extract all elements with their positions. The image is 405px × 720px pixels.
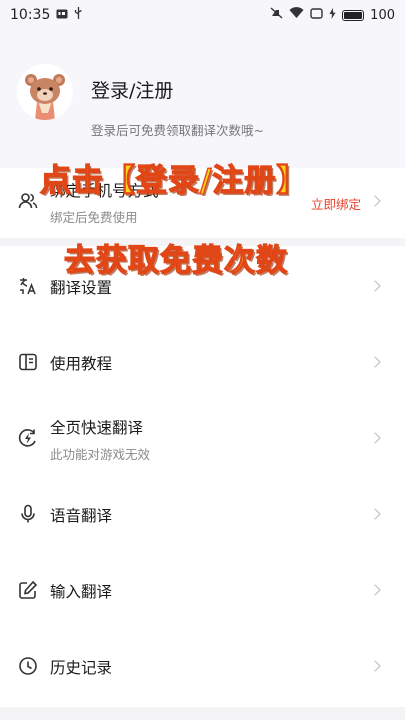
bear-mascot-icon xyxy=(17,64,73,120)
menu-item-tutorial[interactable]: 使用教程 xyxy=(0,324,405,399)
menu-item-history-text: 历史记录 xyxy=(50,656,112,678)
quick-translate-icon xyxy=(18,428,38,448)
login-subtitle: 登录后可免费领取翻译次数哦~ xyxy=(91,123,264,138)
battery-icon xyxy=(342,9,365,21)
mute-icon xyxy=(270,7,283,23)
menu-item-input-translate[interactable]: 输入翻译 xyxy=(0,552,405,627)
menu-item-voice-translate[interactable]: 语音翻译 xyxy=(0,476,405,551)
wifi-icon xyxy=(289,7,304,23)
screen-icon xyxy=(310,7,323,23)
status-left: 10:35 xyxy=(10,7,83,23)
menu-item-history[interactable]: 历史记录 xyxy=(0,628,405,703)
menu-item-tutorial-text: 使用教程 xyxy=(50,352,112,374)
menu-item-label: 语音翻译 xyxy=(50,507,113,525)
menu-item-fullpage-text: 全页快速翻译 此功能对游戏无效 xyxy=(50,416,150,463)
bottom-edge xyxy=(0,707,405,720)
chevron-right-icon xyxy=(369,584,381,596)
menu-item-input-text: 输入翻译 xyxy=(50,580,112,602)
chevron-right-icon xyxy=(369,195,381,207)
chevron-right-icon xyxy=(369,432,381,444)
charging-icon xyxy=(329,7,336,23)
edit-icon xyxy=(18,580,38,600)
chevron-right-icon xyxy=(369,508,381,520)
battery-level: 100 xyxy=(370,7,395,23)
avatar[interactable] xyxy=(17,64,73,120)
translate-settings-icon xyxy=(18,276,38,296)
menu-item-voice-text: 语音翻译 xyxy=(50,504,112,526)
login-register-title[interactable]: 登录/注册 xyxy=(91,76,173,103)
usb-icon xyxy=(74,7,83,23)
status-right: 100 xyxy=(270,7,395,23)
status-bar: 10:35 100 xyxy=(0,0,405,30)
menu-item-sub: 此功能对游戏无效 xyxy=(50,447,151,462)
menu-item-fullpage-translate[interactable]: 全页快速翻译 此功能对游戏无效 xyxy=(0,400,405,475)
microphone-icon xyxy=(18,504,38,524)
chevron-right-icon xyxy=(369,356,381,368)
users-icon xyxy=(18,191,38,211)
promo-caption-line2: 去获取免费次数 xyxy=(63,242,288,279)
promo-caption-line1: 点击【登录/注册】 xyxy=(39,162,309,199)
notification-icon xyxy=(56,7,68,23)
menu-item-label: 输入翻译 xyxy=(50,583,113,601)
book-icon xyxy=(18,352,38,372)
chevron-right-icon xyxy=(369,660,381,672)
menu-item-label: 全页快速翻译 xyxy=(50,419,144,437)
clock-icon xyxy=(18,656,38,676)
status-time: 10:35 xyxy=(10,7,51,23)
chevron-right-icon xyxy=(369,280,381,292)
bind-now-link[interactable]: 立即绑定 xyxy=(311,194,361,213)
menu-item-label: 使用教程 xyxy=(50,355,113,373)
menu-item-label: 历史记录 xyxy=(50,659,113,677)
menu-item-sub: 绑定后免费使用 xyxy=(50,210,138,225)
